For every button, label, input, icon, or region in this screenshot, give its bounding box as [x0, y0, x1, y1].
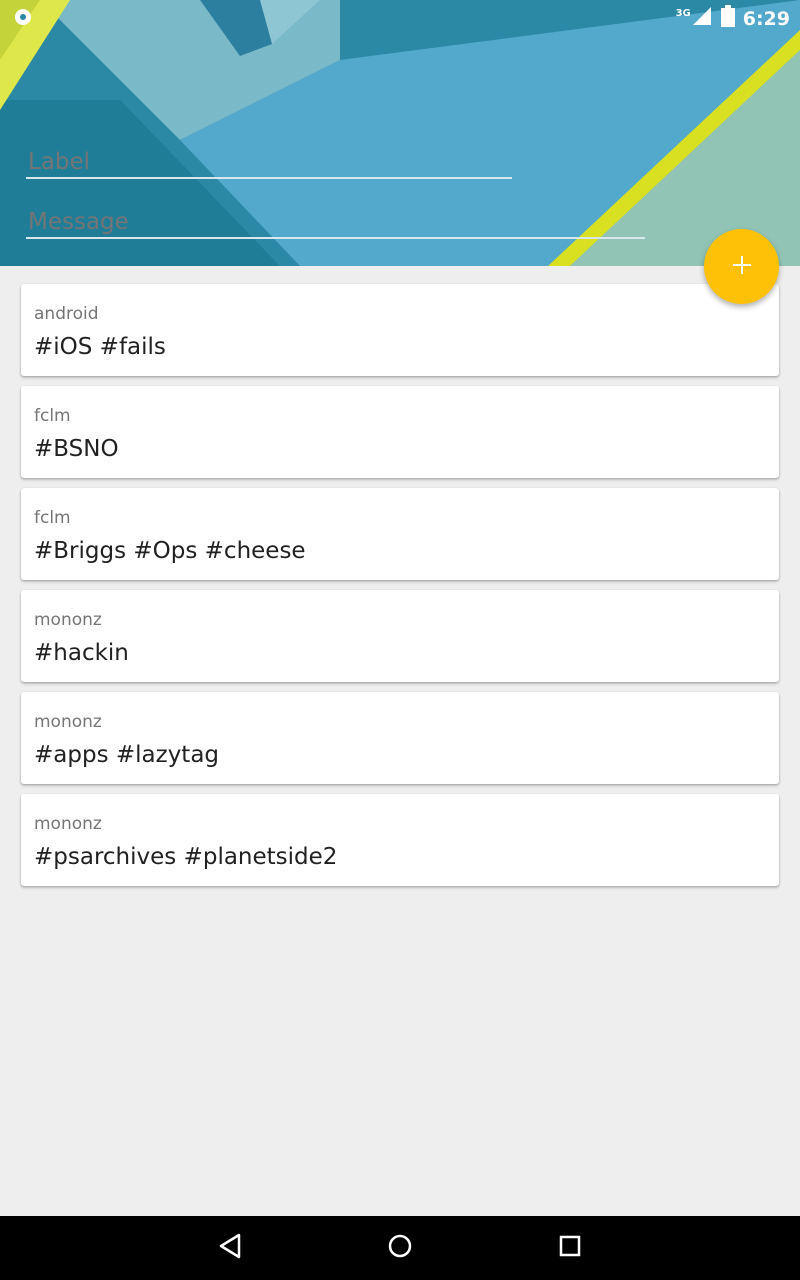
item-label: android — [34, 304, 99, 324]
item-label: fclm — [34, 406, 71, 426]
recents-icon — [558, 1234, 582, 1262]
clock: 6:29 — [742, 7, 790, 30]
item-message: #apps #lazytag — [34, 742, 220, 768]
network-type: 3G — [675, 8, 691, 19]
battery-icon — [720, 5, 735, 32]
list-item[interactable]: fclm #Briggs #Ops #cheese — [21, 488, 779, 580]
add-button[interactable] — [704, 229, 779, 304]
item-label: mononz — [34, 814, 102, 834]
item-message: #BSNO — [34, 436, 119, 462]
header: 3G 6:29 — [0, 0, 800, 266]
item-label: fclm — [34, 508, 71, 528]
item-message: #Briggs #Ops #cheese — [34, 538, 306, 564]
list-item[interactable]: mononz #psarchives #planetside2 — [21, 794, 779, 886]
add-icon — [731, 254, 753, 280]
item-message: #hackin — [34, 640, 129, 666]
home-icon — [387, 1233, 413, 1263]
list-item[interactable]: fclm #BSNO — [21, 386, 779, 478]
list-item[interactable]: mononz #hackin — [21, 590, 779, 682]
notes-list: android #iOS #fails fclm #BSNO fclm #Bri… — [21, 284, 779, 896]
item-label: mononz — [34, 610, 102, 630]
label-input[interactable] — [26, 148, 512, 179]
message-input[interactable] — [26, 208, 645, 239]
item-label: mononz — [34, 712, 102, 732]
navigation-bar — [0, 1216, 800, 1280]
item-message: #iOS #fails — [34, 334, 166, 360]
list-item[interactable]: mononz #apps #lazytag — [21, 692, 779, 784]
item-message: #psarchives #planetside2 — [34, 844, 338, 870]
status-bar: 3G 6:29 — [0, 0, 800, 34]
home-button[interactable] — [384, 1232, 416, 1264]
notification-icon — [12, 6, 34, 33]
back-button[interactable] — [214, 1232, 246, 1264]
back-icon — [217, 1233, 243, 1263]
signal-icon — [691, 5, 713, 32]
list-item[interactable]: android #iOS #fails — [21, 284, 779, 376]
recents-button[interactable] — [554, 1232, 586, 1264]
